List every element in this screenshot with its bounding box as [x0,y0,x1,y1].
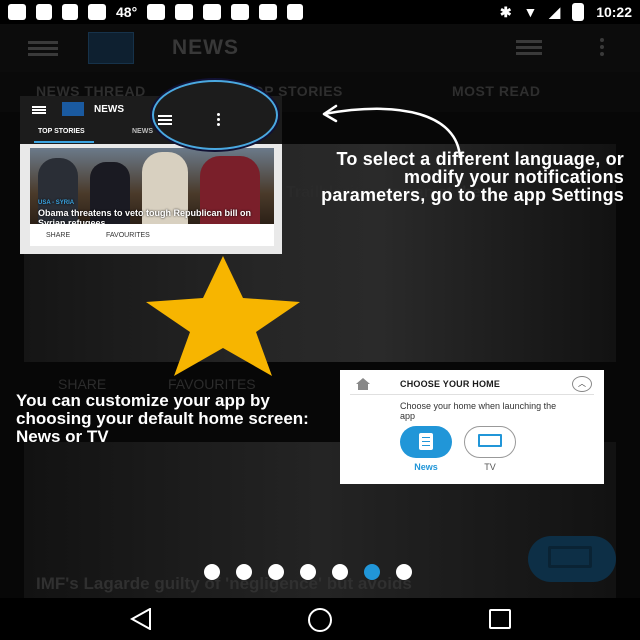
preview-favourites-label: FAVOURITES [106,232,150,239]
pagination-dots [204,564,428,580]
preview-tab-top-stories: TOP STORIES [38,128,85,135]
logo [62,102,84,116]
chat-notification-icon [8,4,26,20]
activity-notification-icon [147,4,166,20]
tv-option-label: TV [484,462,496,472]
pagination-dot[interactable] [204,564,220,580]
cat-notification-icon [259,4,278,20]
app-header: NEWS [0,24,640,72]
divider [350,394,594,395]
tools-notification-icon [175,4,194,20]
logo [88,32,134,64]
preview-article-headline: Obama threatens to veto tough Republican… [38,208,252,224]
news-icon [419,433,433,450]
pagination-dot[interactable] [236,564,252,580]
back-icon[interactable] [130,608,152,630]
preview-article-card: USA - SYRIA Obama threatens to veto toug… [30,148,274,246]
pagination-dot-active[interactable] [364,564,380,580]
collapse-icon[interactable]: ︿ [572,376,592,392]
favourites-button[interactable]: FAVOURITES [168,376,256,392]
preview-tab-indicator [34,141,94,143]
facebook-notification-icon [287,4,304,20]
choose-home-description: Choose your home when launching the app [400,401,557,421]
tv-icon [478,434,502,447]
recent-apps-icon[interactable] [489,609,511,629]
page-title: NEWS [172,36,239,59]
settings-tip: To select a different language, or modif… [321,149,624,205]
preview-body: USA - SYRIA Obama threatens to veto toug… [20,144,282,254]
choose-home-title: CHOOSE YOUR HOME [400,379,501,389]
preview-article-actions: SHARE FAVOURITES [30,228,274,246]
home-icon [356,378,370,390]
wifi-icon: ▼ [523,4,538,20]
home-screen-tip: You can customize your app by choosing y… [16,391,309,446]
pagination-dot[interactable] [396,564,412,580]
facebook-notification-icon [62,4,78,20]
battery-icon [572,3,585,21]
preview-article-image: USA - SYRIA Obama threatens to veto toug… [30,148,274,224]
news-option-label: News [414,462,438,472]
preview-share-label: SHARE [46,232,71,239]
list-view-icon[interactable] [516,40,542,56]
signal-icon: ◢ [549,3,561,20]
menu-icon[interactable] [28,41,58,56]
tv-icon [548,546,592,568]
tutorial-screen: 48° ✱ ▼ ◢ 10:22 NEWS NEWS THREAD TOP STO… [0,0,640,640]
list-view-icon [158,115,172,125]
preview-tab-news: NEWS [132,128,153,135]
clock-text: 10:22 [596,4,632,20]
more-vert-icon[interactable] [600,38,604,58]
menu-icon [32,106,46,114]
more-vert-icon [217,113,221,128]
app-notification-icon [231,4,250,20]
preview-title: NEWS [94,104,124,115]
status-bar: 48° ✱ ▼ ◢ 10:22 [0,0,640,24]
choose-home-panel: CHOOSE YOUR HOME ︿ Choose your home when… [340,370,604,484]
temperature-text: 48° [116,4,138,20]
preview-article-category: USA - SYRIA [38,200,75,206]
bluetooth-icon: ✱ [499,3,512,20]
mask-notification-icon [203,4,222,20]
pagination-dot[interactable] [300,564,316,580]
star-icon [146,256,300,376]
home-nav-icon[interactable] [308,608,332,632]
weather-notification-icon [88,4,106,20]
system-nav-bar [0,598,640,640]
pagination-dot[interactable] [332,564,348,580]
facebook-notification-icon [36,4,52,20]
pagination-dot[interactable] [268,564,284,580]
settings-highlight-circle [152,80,278,150]
share-button[interactable]: SHARE [58,376,106,392]
